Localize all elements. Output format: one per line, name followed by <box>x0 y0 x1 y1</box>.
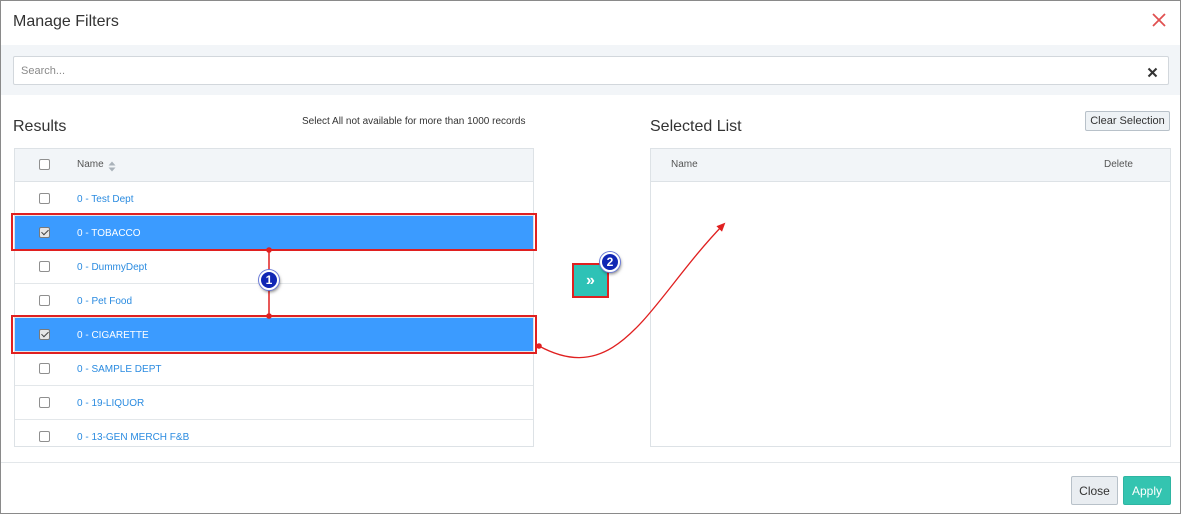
column-header-delete: Delete <box>1104 159 1133 170</box>
selected-list-table: Name Delete <box>650 148 1171 447</box>
table-row[interactable]: 0 - Pet Food <box>15 284 533 318</box>
row-checkbox[interactable] <box>39 329 50 340</box>
column-header-name: Name <box>671 159 698 170</box>
table-row[interactable]: 0 - TOBACCO <box>15 216 533 250</box>
manage-filters-dialog: Manage Filters Results Select All not av… <box>0 0 1181 514</box>
double-chevron-right-icon: » <box>586 271 595 289</box>
dialog-title: Manage Filters <box>13 13 119 30</box>
step-badge-1: 1 <box>259 270 279 290</box>
selected-table-header: Name Delete <box>651 149 1170 182</box>
results-table-header: Name <box>15 149 533 182</box>
row-checkbox[interactable] <box>39 397 50 408</box>
table-row[interactable]: 0 - Test Dept <box>15 182 533 216</box>
results-title: Results <box>13 118 67 135</box>
row-checkbox[interactable] <box>39 431 50 442</box>
select-all-checkbox[interactable] <box>39 159 50 170</box>
row-label[interactable]: 0 - DummyDept <box>77 262 147 273</box>
row-label[interactable]: 0 - CIGARETTE <box>77 330 149 341</box>
table-row[interactable]: 0 - CIGARETTE <box>15 318 533 352</box>
column-header-name[interactable]: Name <box>77 159 104 170</box>
search-input[interactable] <box>14 57 1134 84</box>
row-label[interactable]: 0 - Test Dept <box>77 194 134 205</box>
results-table: Name 0 - Test Dept 0 - TOBACCO 0 - Dummy… <box>14 148 534 447</box>
footer-divider <box>1 462 1180 463</box>
clear-selection-button[interactable]: Clear Selection <box>1085 111 1170 131</box>
apply-button[interactable]: Apply <box>1123 476 1171 505</box>
table-row[interactable]: 0 - SAMPLE DEPT <box>15 352 533 386</box>
row-checkbox[interactable] <box>39 227 50 238</box>
search-bar <box>1 45 1180 95</box>
row-label[interactable]: 0 - 19-LIQUOR <box>77 398 144 409</box>
row-checkbox[interactable] <box>39 363 50 374</box>
close-x-icon[interactable] <box>1150 11 1168 29</box>
row-checkbox[interactable] <box>39 261 50 272</box>
row-label[interactable]: 0 - 13-GEN MERCH F&B <box>77 432 189 443</box>
row-label[interactable]: 0 - TOBACCO <box>77 228 141 239</box>
search-box <box>13 56 1169 85</box>
row-checkbox[interactable] <box>39 295 50 306</box>
times-icon[interactable] <box>1147 65 1158 78</box>
row-checkbox[interactable] <box>39 193 50 204</box>
select-all-note: Select All not available for more than 1… <box>302 116 526 127</box>
dialog-header: Manage Filters <box>1 1 1180 45</box>
table-row[interactable]: 0 - 13-GEN MERCH F&B <box>15 420 533 446</box>
sort-icon[interactable] <box>108 159 116 172</box>
close-button[interactable]: Close <box>1071 476 1118 505</box>
step-badge-2: 2 <box>600 252 620 272</box>
row-label[interactable]: 0 - SAMPLE DEPT <box>77 364 161 375</box>
table-row[interactable]: 0 - 19-LIQUOR <box>15 386 533 420</box>
selected-list-title: Selected List <box>650 118 742 135</box>
row-label[interactable]: 0 - Pet Food <box>77 296 132 307</box>
